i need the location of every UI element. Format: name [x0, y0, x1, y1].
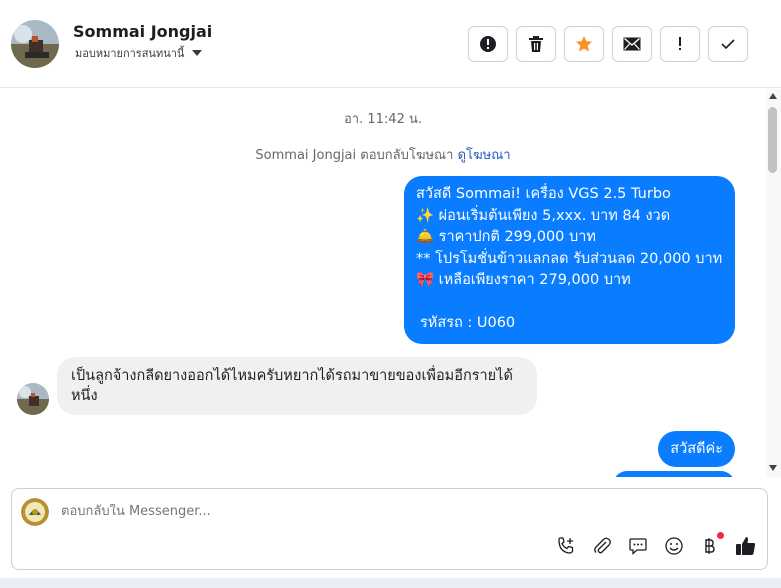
- composer-tools: [555, 532, 757, 557]
- ad-reply-note: Sommai Jongjai ตอบกลับโฆษณา ดูโฆษณา: [0, 144, 766, 165]
- chat-bubble-icon: [629, 538, 647, 555]
- message-line: 🛎️ ราคาปกติ 299,000 บาท: [416, 229, 596, 245]
- assign-label: มอบหมายการสนทนานี้: [75, 47, 185, 60]
- line-spacer: [416, 292, 723, 313]
- trash-icon: [529, 36, 543, 52]
- vehicle-code: รหัสรถ : U060: [420, 314, 516, 331]
- message-line: สวัสดี Sommai! เครื่อง VGS 2.5 Turbo: [416, 186, 671, 202]
- reply-input[interactable]: [61, 504, 661, 519]
- delete-button[interactable]: [516, 26, 556, 62]
- sender-avatar[interactable]: [17, 383, 49, 415]
- mark-done-button[interactable]: [708, 26, 748, 62]
- message-thread[interactable]: อา. 11:42 น. Sommai Jongjai ตอบกลับโฆษณา…: [0, 89, 766, 477]
- incoming-message-bubble[interactable]: เป็นลูกจ้างกลีดยางออกได้ไหมครับหยากได้รถ…: [57, 357, 537, 415]
- scroll-up-arrow-icon[interactable]: [769, 93, 777, 99]
- scroll-down-arrow-icon[interactable]: [769, 465, 777, 471]
- ad-reply-text: Sommai Jongjai ตอบกลับโฆษณา: [255, 148, 454, 163]
- conversation-actions: [468, 26, 748, 62]
- contact-name[interactable]: Sommai Jongjai: [73, 22, 212, 41]
- attach-button[interactable]: [591, 535, 613, 557]
- like-button[interactable]: [735, 535, 757, 557]
- contact-avatar[interactable]: [11, 20, 59, 68]
- emoji-button[interactable]: [663, 535, 685, 557]
- message-timestamp: อา. 11:42 น.: [344, 112, 422, 127]
- paperclip-icon: [594, 537, 611, 554]
- star-button[interactable]: [564, 26, 604, 62]
- call-button[interactable]: [555, 535, 577, 557]
- follow-up-button[interactable]: [660, 26, 700, 62]
- partial-message-bubble: [613, 471, 735, 477]
- message-line: 🎀 เหลือเพียงราคา 279,000 บาท: [416, 272, 631, 288]
- baht-icon: [705, 538, 715, 554]
- outgoing-message-bubble[interactable]: สวัสดี Sommai! เครื่อง VGS 2.5 Turbo ✨ ผ…: [404, 176, 735, 344]
- payment-button[interactable]: [699, 532, 724, 557]
- scroll-thumb[interactable]: [768, 107, 777, 173]
- envelope-icon: [623, 37, 641, 51]
- thumbs-up-icon: [736, 537, 756, 555]
- checkmark-icon: [721, 39, 735, 50]
- notification-dot: [717, 532, 724, 539]
- conversation-header: Sommai Jongjai มอบหมายการสนทนานี้: [0, 0, 781, 88]
- mark-unread-button[interactable]: [612, 26, 652, 62]
- saved-replies-button[interactable]: [627, 535, 649, 557]
- caret-down-icon: [192, 50, 203, 56]
- message-line: ** โปรโมชั่นข้าวแลกลด รับส่วนลด 20,000 บ…: [416, 250, 723, 267]
- assign-conversation-dropdown[interactable]: มอบหมายการสนทนานี้: [75, 44, 203, 62]
- alert-circle-icon: [480, 36, 496, 52]
- smiley-icon: [665, 537, 683, 555]
- message-composer: [11, 488, 768, 570]
- mark-spam-button[interactable]: [468, 26, 508, 62]
- star-icon: [575, 35, 593, 52]
- outgoing-greeting-bubble[interactable]: สวัสดีค่ะ: [658, 431, 735, 467]
- message-line: ✨ ผ่อนเริ่มต้นเพียง 5,xxx. บาท 84 งวด: [416, 207, 671, 224]
- footer-strip: [0, 578, 781, 588]
- thread-scrollbar[interactable]: [766, 89, 781, 477]
- phone-plus-icon: [558, 537, 574, 554]
- view-ad-link[interactable]: ดูโฆษณา: [458, 148, 511, 163]
- page-avatar: [21, 498, 49, 526]
- exclamation-icon: [679, 37, 681, 50]
